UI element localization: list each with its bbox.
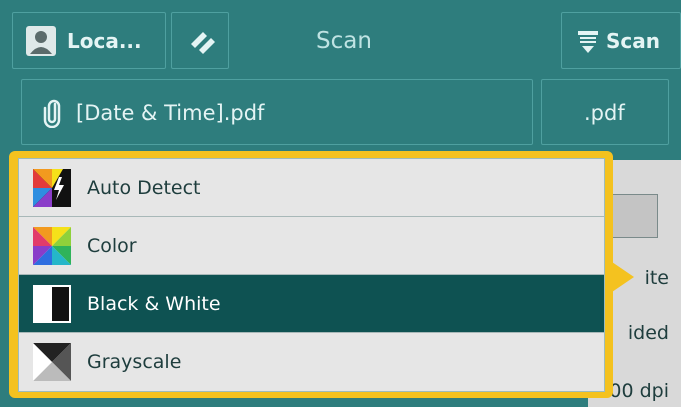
menu-item-color[interactable]: Color: [19, 217, 604, 275]
location-label: Loca...: [67, 29, 142, 53]
scan-icon: [578, 31, 598, 53]
scan-button-label: Scan: [606, 29, 660, 53]
menu-item-label: Black & White: [87, 292, 221, 315]
link-slash-icon: [191, 32, 215, 54]
settings-value-1[interactable]: ite: [645, 267, 669, 289]
file-name-field[interactable]: [Date & Time].pdf: [21, 79, 533, 145]
black-white-icon: [33, 284, 71, 323]
file-format: .pdf: [584, 101, 625, 125]
menu-item-label: Grayscale: [87, 351, 182, 373]
auto-detect-icon: [33, 168, 71, 207]
menu-item-auto-detect[interactable]: Auto Detect: [19, 159, 604, 217]
page-title: Scan: [316, 28, 372, 54]
menu-item-label: Auto Detect: [87, 176, 201, 199]
color-mode-menu: Auto Detect Color Black & White Grayscal…: [9, 151, 613, 398]
menu-item-grayscale[interactable]: Grayscale: [19, 333, 604, 391]
menu-pointer: [612, 262, 634, 292]
menu-item-label: Color: [87, 234, 137, 257]
paperclip-icon: [43, 99, 61, 128]
settings-value-2[interactable]: ided: [628, 322, 669, 344]
link-button[interactable]: [171, 12, 229, 69]
grayscale-icon: [33, 343, 71, 381]
file-format-button[interactable]: .pdf: [541, 79, 669, 145]
file-name: [Date & Time].pdf: [76, 101, 265, 125]
color-icon: [33, 226, 71, 265]
location-button[interactable]: Loca...: [12, 12, 166, 69]
color-mode-list: Auto Detect Color Black & White Grayscal…: [18, 158, 605, 392]
scan-button[interactable]: Scan: [561, 12, 681, 69]
user-icon: [26, 26, 56, 56]
menu-item-black-white[interactable]: Black & White: [19, 275, 604, 333]
